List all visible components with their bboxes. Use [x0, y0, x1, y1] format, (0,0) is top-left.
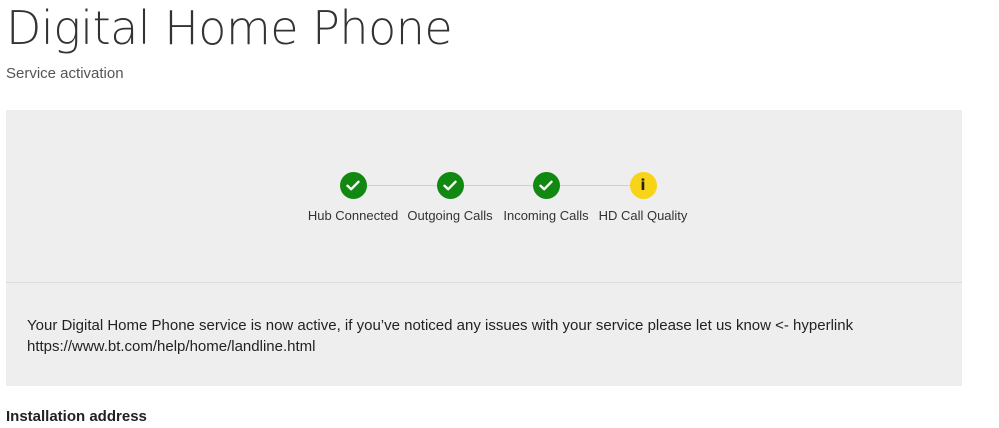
service-active-message: Your Digital Home Phone service is now a…: [27, 317, 854, 355]
activation-steps: Hub Connected Outgoing Calls Incoming Ca…: [6, 172, 962, 232]
step-incoming-calls: Incoming Calls: [496, 172, 596, 224]
step-label: Incoming Calls: [503, 208, 589, 223]
step-hd-call-quality: i HD Call Quality: [593, 172, 693, 224]
activation-status-panel: Hub Connected Outgoing Calls Incoming Ca…: [6, 110, 962, 386]
info-icon: i: [629, 172, 657, 199]
check-icon: [339, 172, 367, 199]
step-label: HD Call Quality: [598, 208, 688, 223]
check-icon: [532, 172, 560, 199]
page-subtitle: Service activation: [6, 65, 124, 82]
installation-address-heading: Installation address: [6, 408, 147, 425]
step-label: Outgoing Calls: [407, 208, 493, 223]
panel-divider: [6, 282, 962, 283]
step-outgoing-calls: Outgoing Calls: [400, 172, 500, 224]
info-glyph: i: [640, 176, 646, 194]
check-icon: [436, 172, 464, 199]
page-title: Digital Home Phone: [6, 1, 453, 55]
step-hub-connected: Hub Connected: [303, 172, 403, 224]
step-label: Hub Connected: [307, 208, 399, 223]
